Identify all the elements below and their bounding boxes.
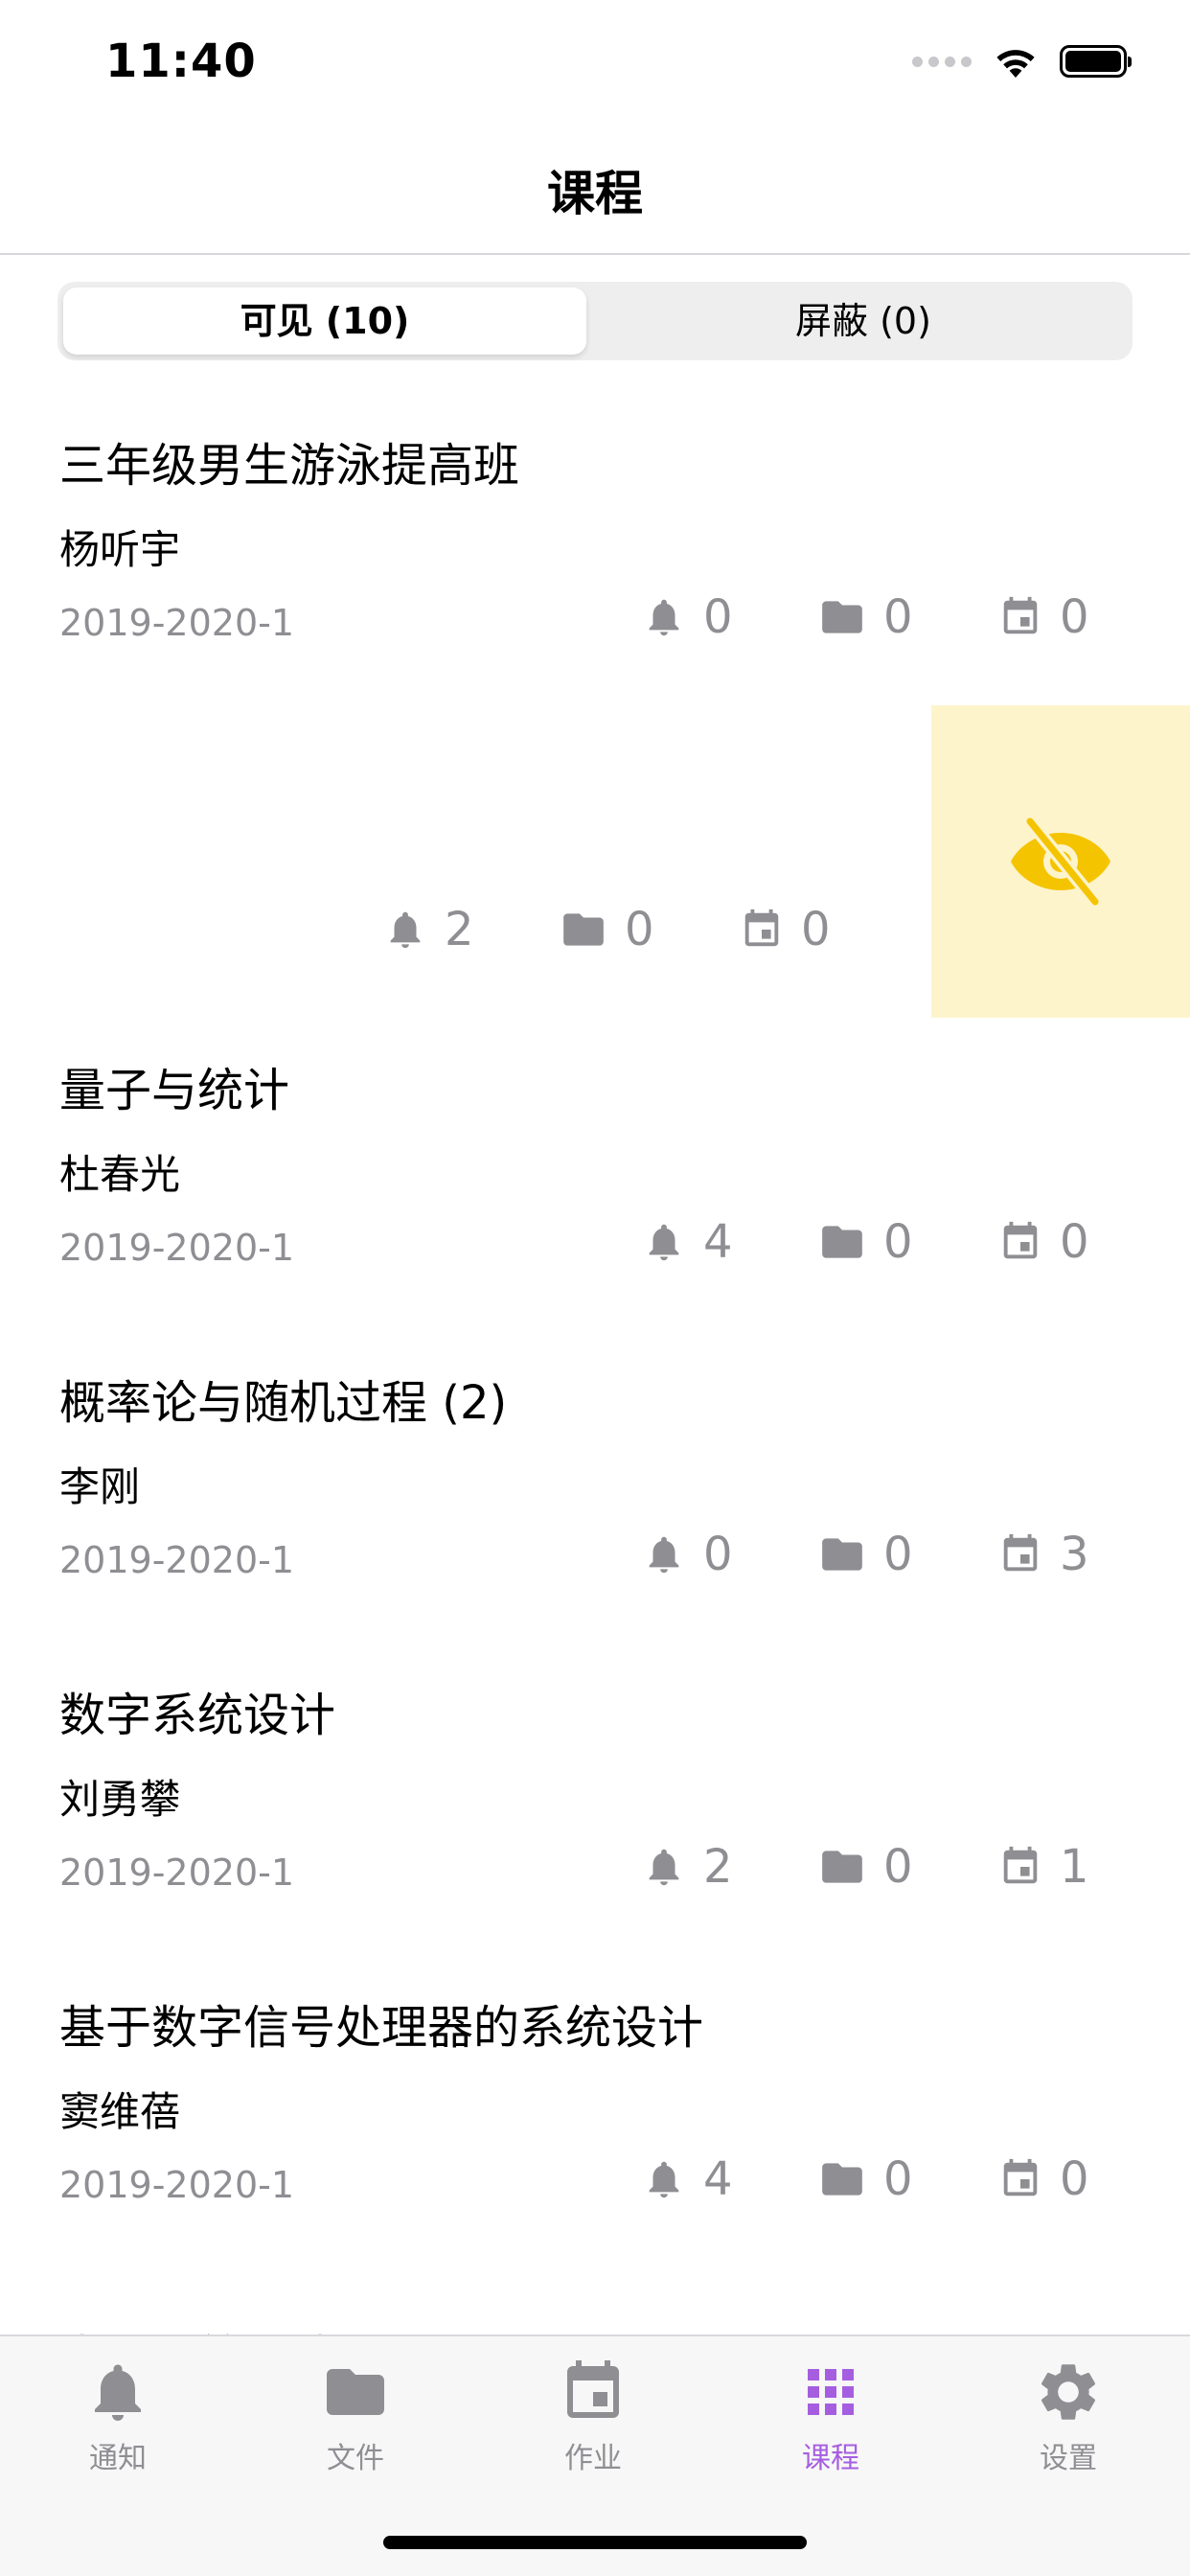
course-row-swiped[interactable]: 基础 -1 2 0 0 bbox=[0, 705, 1190, 1018]
hide-course-button[interactable] bbox=[931, 705, 1190, 1018]
folder-icon bbox=[818, 2155, 866, 2203]
file-count: 0 bbox=[818, 1215, 913, 1269]
homework-count-value: 0 bbox=[1060, 590, 1089, 644]
folder-icon bbox=[818, 1843, 866, 1891]
nav-divider bbox=[0, 253, 1190, 255]
homework-count: 0 bbox=[998, 1215, 1089, 1269]
bell-icon bbox=[642, 2157, 686, 2201]
tab-settings[interactable]: 设置 bbox=[973, 2358, 1164, 2476]
calendar-icon bbox=[998, 1220, 1042, 1264]
file-count: 0 bbox=[818, 590, 913, 644]
tab-label: 课程 bbox=[802, 2442, 859, 2475]
calendar-icon bbox=[998, 1845, 1042, 1889]
notice-count: 4 bbox=[642, 2152, 733, 2206]
notice-count-value: 2 bbox=[445, 903, 474, 956]
file-count: 0 bbox=[818, 1840, 913, 1894]
tab-homework[interactable]: 作业 bbox=[497, 2358, 689, 2476]
tab-notices[interactable]: 通知 bbox=[22, 2358, 214, 2476]
tab-label: 文件 bbox=[327, 2442, 384, 2475]
file-count-value: 0 bbox=[883, 1840, 913, 1894]
notice-count-value: 0 bbox=[703, 590, 733, 644]
notice-count-value: 0 bbox=[703, 1528, 733, 1581]
bell-icon bbox=[642, 1532, 686, 1576]
file-count-value: 0 bbox=[883, 1528, 913, 1581]
homework-count: 1 bbox=[998, 1840, 1089, 1894]
tab-label: 通知 bbox=[89, 2442, 147, 2475]
tab-courses[interactable]: 课程 bbox=[735, 2358, 927, 2476]
homework-count: 3 bbox=[998, 1528, 1089, 1581]
file-count: 0 bbox=[818, 1528, 913, 1581]
course-row[interactable]: 量子与统计 杜春光 2019-2020-1 4 0 0 bbox=[0, 1018, 1190, 1330]
status-time: 11:40 bbox=[105, 34, 257, 88]
folder-icon bbox=[818, 1530, 866, 1578]
grid-icon bbox=[808, 2369, 854, 2415]
homework-count-value: 0 bbox=[1060, 2152, 1089, 2206]
course-row[interactable]: 概率论与随机过程 (2) 李刚 2019-2020-1 0 0 3 bbox=[0, 1330, 1190, 1643]
notice-count-value: 2 bbox=[703, 1840, 733, 1894]
segment-hidden[interactable]: 屏蔽 (0) bbox=[600, 288, 1127, 355]
homework-count-value: 3 bbox=[1060, 1528, 1089, 1581]
course-teacher: 窦维蓓 bbox=[59, 2088, 181, 2135]
notice-count: 0 bbox=[642, 590, 733, 644]
homework-count-value: 0 bbox=[801, 903, 831, 956]
folder-icon bbox=[818, 593, 866, 641]
file-count: 0 bbox=[818, 2152, 913, 2206]
course-row[interactable]: 三年级男生游泳提高班 杨听宇 2019-2020-1 0 0 0 bbox=[0, 393, 1190, 705]
course-title: 三年级男生游泳提高班 bbox=[59, 439, 520, 493]
notice-count-value: 4 bbox=[703, 2152, 733, 2206]
battery-icon bbox=[1060, 45, 1132, 78]
folder-icon bbox=[560, 906, 607, 954]
page-title: 课程 bbox=[547, 166, 643, 221]
bell-icon bbox=[95, 2364, 141, 2421]
file-count-value: 0 bbox=[883, 590, 913, 644]
calendar-icon bbox=[998, 2157, 1042, 2201]
folder-icon bbox=[818, 1218, 866, 1266]
calendar-icon bbox=[740, 908, 784, 952]
course-title: 概率论与随机过程 (2) bbox=[59, 1376, 508, 1430]
homework-count: 0 bbox=[998, 590, 1089, 644]
cellular-signal-icon bbox=[912, 56, 972, 67]
bell-icon bbox=[642, 595, 686, 639]
home-indicator[interactable] bbox=[383, 2536, 807, 2549]
course-row[interactable]: 数字系统设计 刘勇攀 2019-2020-1 2 0 1 bbox=[0, 1643, 1190, 1955]
notice-count-value: 4 bbox=[703, 1215, 733, 1269]
course-title: 数字系统设计 bbox=[59, 1689, 336, 1742]
bell-icon bbox=[642, 1220, 686, 1264]
file-count-value: 0 bbox=[883, 2152, 913, 2206]
tab-label: 设置 bbox=[1040, 2442, 1097, 2475]
bell-icon bbox=[383, 908, 427, 952]
segment-visible[interactable]: 可见 (10) bbox=[63, 288, 586, 355]
status-indicators bbox=[912, 44, 1132, 79]
course-teacher: 刘勇攀 bbox=[59, 1776, 181, 1823]
notice-count: 2 bbox=[642, 1840, 733, 1894]
file-count: 0 bbox=[560, 903, 654, 956]
notice-count: 2 bbox=[383, 903, 474, 956]
course-teacher: 李刚 bbox=[59, 1463, 141, 1510]
course-teacher: 杨听宇 bbox=[59, 526, 181, 573]
folder-icon bbox=[327, 2369, 384, 2415]
gear-icon bbox=[1041, 2364, 1096, 2420]
eye-slash-icon bbox=[1011, 815, 1110, 908]
course-row[interactable]: 基于数字信号处理器的系统设计 窦维蓓 2019-2020-1 4 0 0 bbox=[0, 1955, 1190, 2267]
course-title: 量子与统计 bbox=[59, 1064, 290, 1117]
tab-files[interactable]: 文件 bbox=[260, 2358, 451, 2476]
notice-count: 4 bbox=[642, 1215, 733, 1269]
status-bar: 11:40 bbox=[0, 0, 1190, 128]
tab-label: 作业 bbox=[564, 2442, 622, 2475]
course-title: 基于数字信号处理器的系统设计 bbox=[59, 2001, 704, 2055]
homework-count-value: 0 bbox=[1060, 1215, 1089, 1269]
notice-count: 0 bbox=[642, 1528, 733, 1581]
calendar-icon bbox=[998, 595, 1042, 639]
wifi-icon bbox=[996, 50, 1035, 78]
homework-count: 0 bbox=[740, 903, 831, 956]
file-count-value: 0 bbox=[625, 903, 654, 956]
calendar-icon bbox=[567, 2360, 619, 2418]
file-count-value: 0 bbox=[883, 1215, 913, 1269]
visibility-segmented-control: 可见 (10) 屏蔽 (0) bbox=[57, 282, 1133, 360]
homework-count-value: 1 bbox=[1060, 1840, 1089, 1894]
course-teacher: 杜春光 bbox=[59, 1151, 181, 1198]
homework-count: 0 bbox=[998, 2152, 1089, 2206]
calendar-icon bbox=[998, 1532, 1042, 1576]
bell-icon bbox=[642, 1845, 686, 1889]
